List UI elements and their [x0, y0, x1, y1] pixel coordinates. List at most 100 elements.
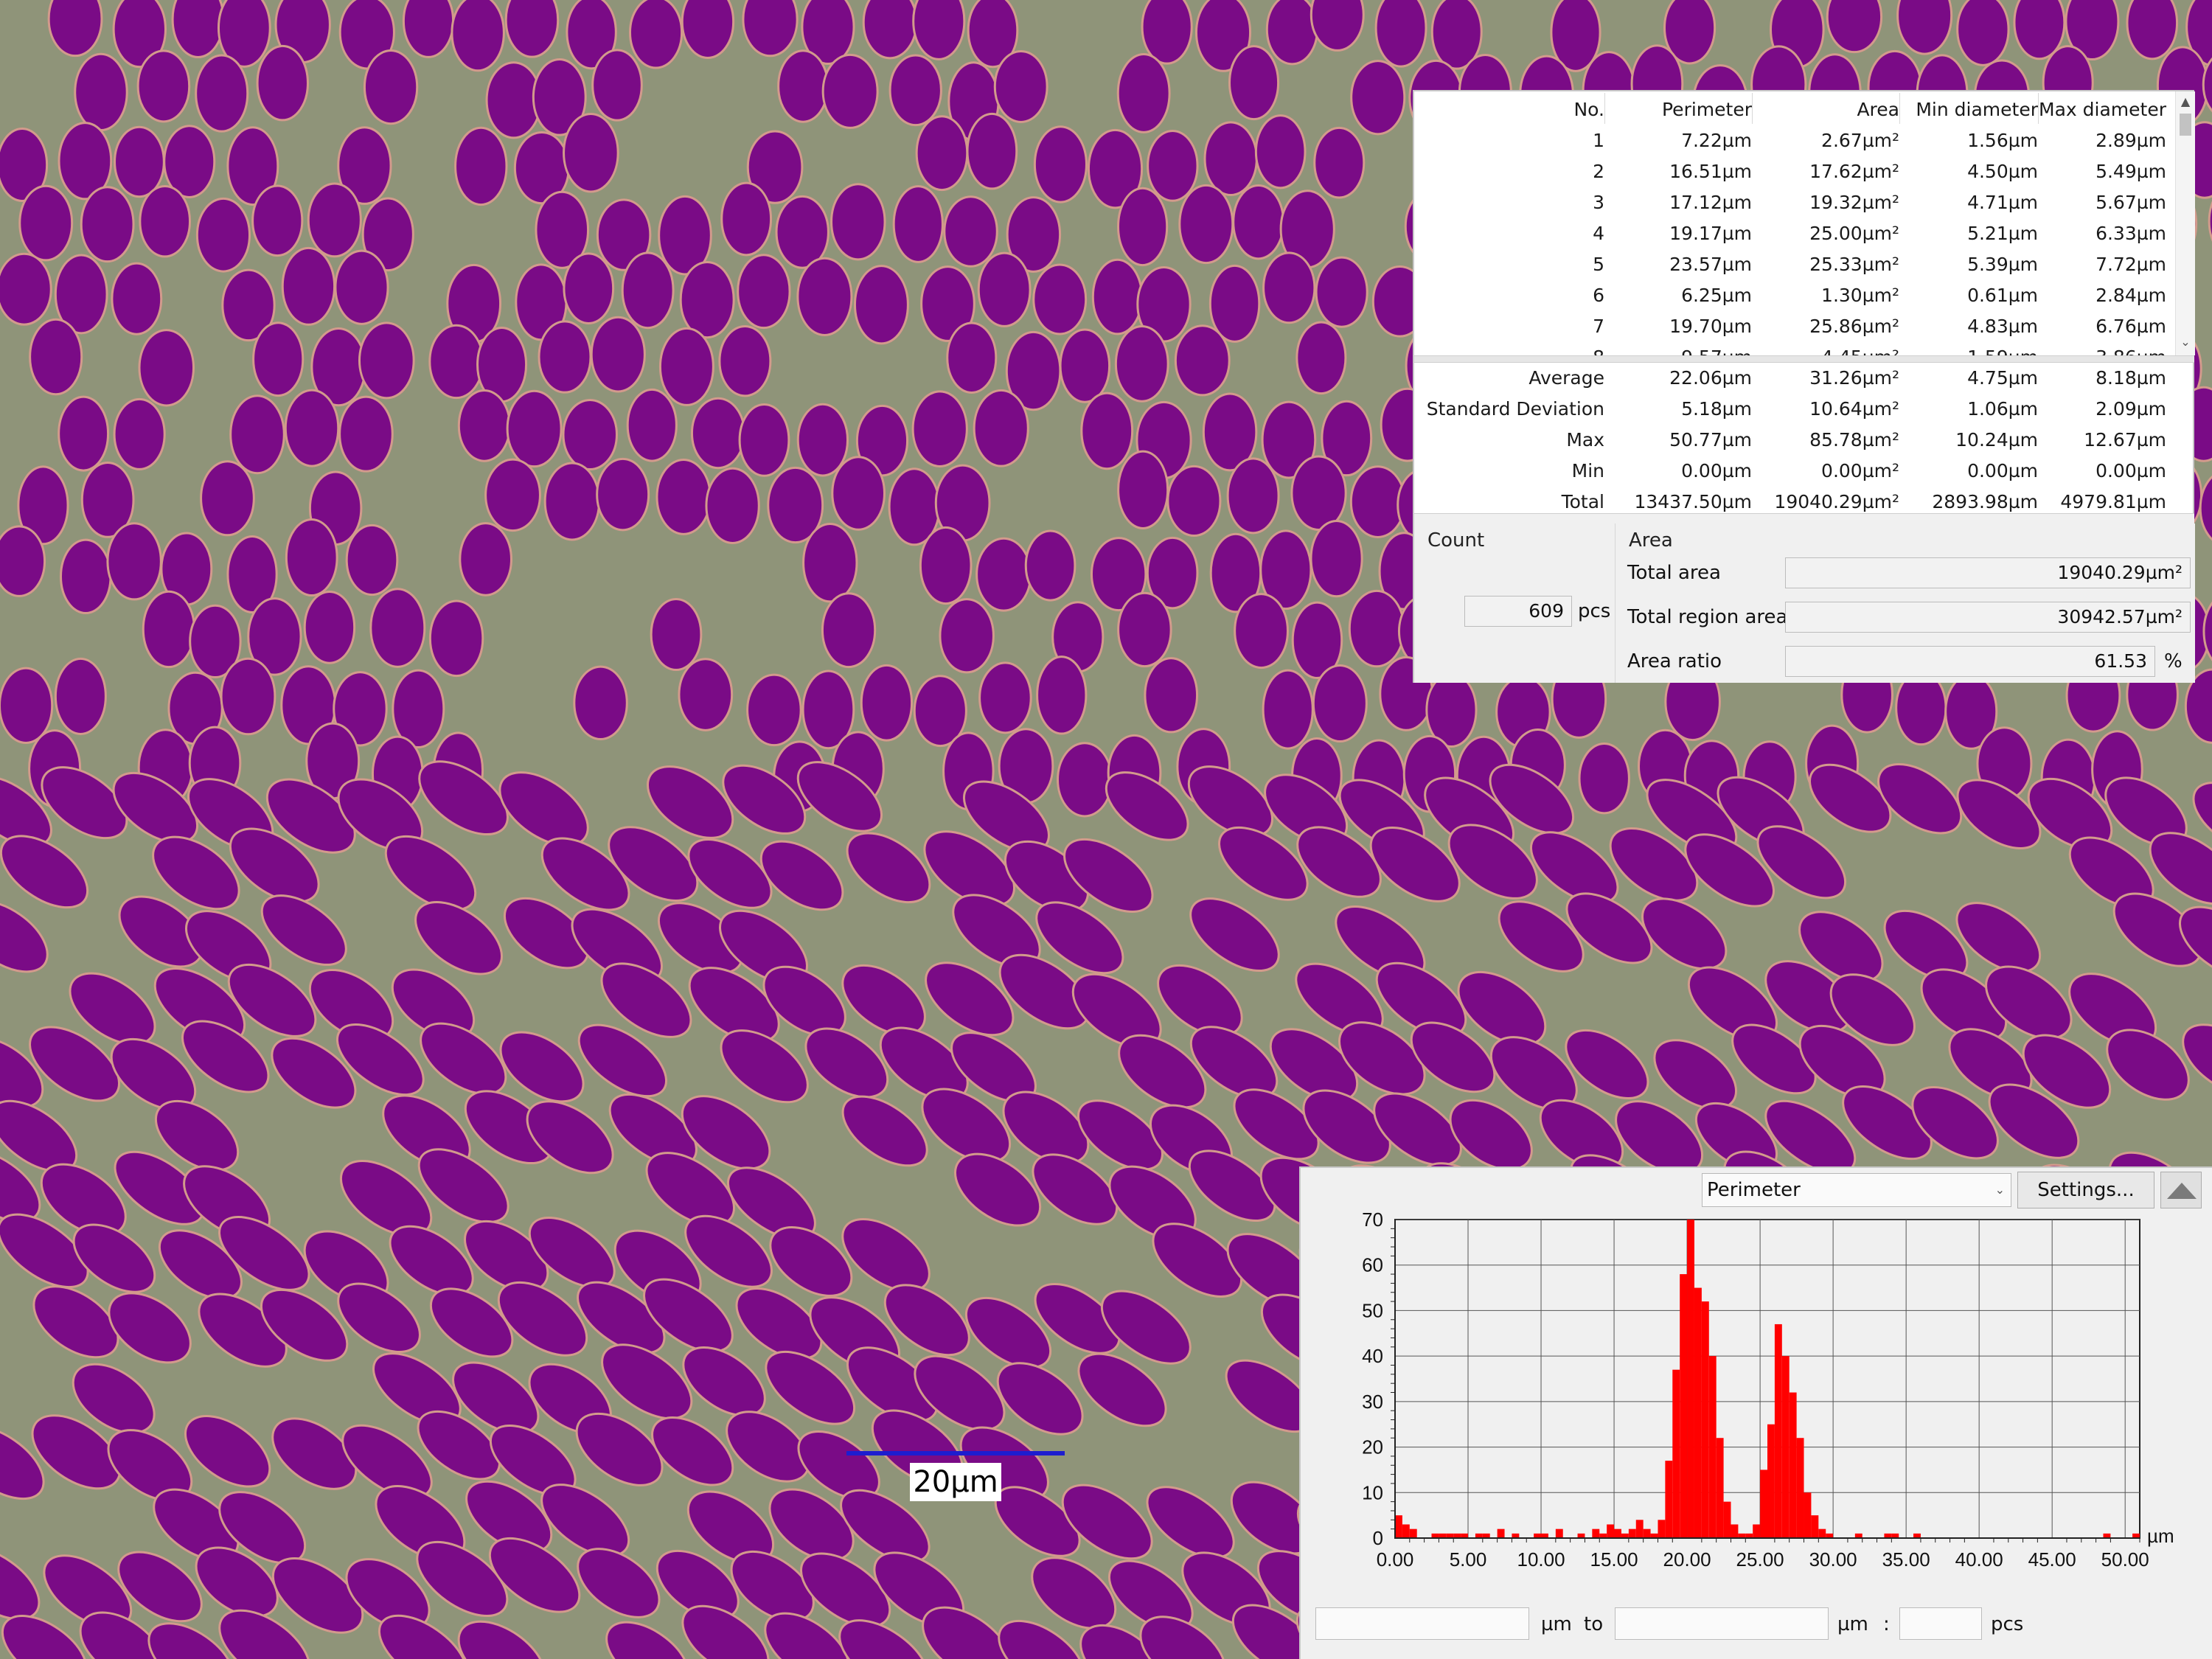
table-row[interactable]: 89.57µm4.45µm²1.59µm3.86µm [1414, 341, 2174, 355]
histogram-bar [1753, 1524, 1761, 1538]
particle [138, 329, 195, 407]
metric-select-value: Perimeter [1707, 1179, 1801, 1201]
particle [1234, 593, 1289, 669]
particle [281, 246, 336, 326]
column-separator[interactable] [1604, 93, 1605, 124]
particle [18, 184, 74, 262]
x-unit-label: µm [2147, 1525, 2174, 1547]
y-tick-label: 40 [1362, 1345, 1383, 1367]
particle [1117, 187, 1169, 267]
collapse-button[interactable] [2160, 1172, 2202, 1208]
table-row[interactable]: 2 16.51µm 17.62µm² 4.50µm 5.49µm [1414, 155, 2174, 186]
histogram-bar [1781, 1356, 1790, 1538]
particle [2126, 0, 2179, 60]
histogram-bar [1716, 1438, 1724, 1538]
particle [596, 457, 650, 532]
table-cell: 4.45µm² [1752, 347, 1899, 355]
particle [562, 398, 618, 470]
particle [284, 389, 340, 467]
divider [1414, 513, 2194, 524]
particle [451, 0, 505, 72]
particle [229, 394, 285, 475]
x-tick-label: 0.00 [1377, 1548, 1414, 1571]
range-to-label: to [1584, 1613, 1604, 1635]
total-area-label: Total area [1627, 562, 1721, 584]
column-separator[interactable] [1899, 93, 1900, 124]
scroll-down-icon[interactable]: ⌄ [2176, 335, 2195, 349]
particle [975, 537, 1032, 612]
settings-button[interactable]: Settings... [2017, 1172, 2154, 1208]
total-region-area-label: Total region area [1627, 606, 1788, 628]
histogram-bar [1804, 1492, 1812, 1538]
summary-row: Standard Deviation 5.18µm 10.64µm² 1.06µm 2.… [1414, 392, 2174, 423]
histogram-bar [1628, 1528, 1636, 1538]
table-cell: 0.61µm [1967, 285, 2038, 306]
particle [80, 186, 135, 263]
y-tick-label: 10 [1362, 1481, 1383, 1503]
table-cell: 9.57µm [1604, 347, 1752, 355]
column-separator[interactable] [2038, 93, 2039, 124]
particle [1374, 0, 1427, 68]
particle [543, 462, 601, 541]
column-header[interactable]: Max diameter [2038, 99, 2166, 120]
range-pcs-label: pcs [1991, 1613, 2024, 1635]
statistics-panel: No. Perimeter Area Min diameter Max diameter… [1413, 90, 2195, 683]
column-separator[interactable] [1752, 93, 1753, 124]
table-cell: 0.00µm [1967, 460, 2038, 481]
table-cell: 4.83µm [1967, 316, 2038, 337]
table-row[interactable]: 4 19.17µm 25.00µm² 5.21µm 6.33µm [1414, 217, 2174, 248]
particle [1174, 324, 1231, 397]
particle [113, 397, 166, 470]
particle [737, 254, 791, 330]
histogram-bar [1789, 1392, 1797, 1538]
area-ratio-field: 61.53 [1785, 646, 2155, 677]
table-row[interactable]: 7 19.70µm 25.86µm² 4.83µm 6.76µm [1414, 310, 2174, 341]
table-cell: 1.56µm [1967, 130, 2038, 151]
column-header[interactable]: Area [1752, 99, 1899, 120]
particle [681, 0, 735, 59]
table-cell: 23.57µm [1669, 254, 1752, 275]
particle-table: No. Perimeter Area Min diameter Max diameter… [1414, 91, 2174, 355]
column-header[interactable]: Perimeter [1604, 99, 1752, 120]
particle [1290, 455, 1347, 531]
particle [888, 54, 942, 127]
summary-row: Average 22.06µm 31.26µm² 4.75µm 8.18µm [1414, 361, 2174, 392]
range-unit-to: µm [1837, 1613, 1868, 1635]
particle [563, 113, 619, 193]
scroll-thumb[interactable] [2180, 114, 2191, 136]
table-cell: 22.06µm [1669, 367, 1752, 389]
range-count-input[interactable] [1899, 1607, 1982, 1640]
particle [538, 320, 592, 394]
histogram-bar [1672, 1369, 1680, 1538]
column-header[interactable]: No. [1414, 99, 1604, 120]
y-tick-label: 70 [1362, 1212, 1383, 1231]
particle [59, 538, 112, 615]
table-cell: 7 [1593, 316, 1604, 337]
scroll-up-icon[interactable]: ▲ [2176, 94, 2195, 109]
range-from-input[interactable] [1315, 1607, 1529, 1640]
particle [977, 251, 1032, 327]
table-row[interactable]: 1 7.22µm 2.67µm² 1.56µm 2.89µm [1414, 124, 2174, 155]
table-cell: 3.86µm [2038, 347, 2166, 355]
particle [678, 658, 734, 731]
x-tick-label: 15.00 [1590, 1548, 1638, 1571]
table-row[interactable]: 6 6.25µm 1.30µm² 0.61µm 2.84µm [1414, 279, 2174, 310]
particle [220, 657, 276, 736]
particle [943, 195, 998, 268]
particle [428, 324, 484, 400]
range-to-input[interactable] [1615, 1607, 1829, 1640]
particle [54, 657, 107, 735]
column-header[interactable]: Min diameter [1899, 99, 2038, 120]
table-scrollbar[interactable]: ▲ ⌄ [2175, 91, 2195, 355]
particle [0, 525, 46, 597]
table-row[interactable]: 5 23.57µm 25.33µm² 5.39µm 7.72µm [1414, 248, 2174, 279]
table-row[interactable]: 3 17.12µm 19.32µm² 4.71µm 5.67µm [1414, 186, 2174, 217]
metric-select[interactable]: Perimeter ⌄ [1702, 1173, 2011, 1207]
particle [0, 252, 52, 326]
particle [1295, 321, 1347, 395]
table-cell: 1 [1593, 130, 1604, 151]
particle [454, 126, 508, 206]
table-cell: 8 [1414, 347, 1604, 355]
triangle-up-icon [2167, 1183, 2197, 1199]
histogram-bar [1680, 1274, 1688, 1538]
